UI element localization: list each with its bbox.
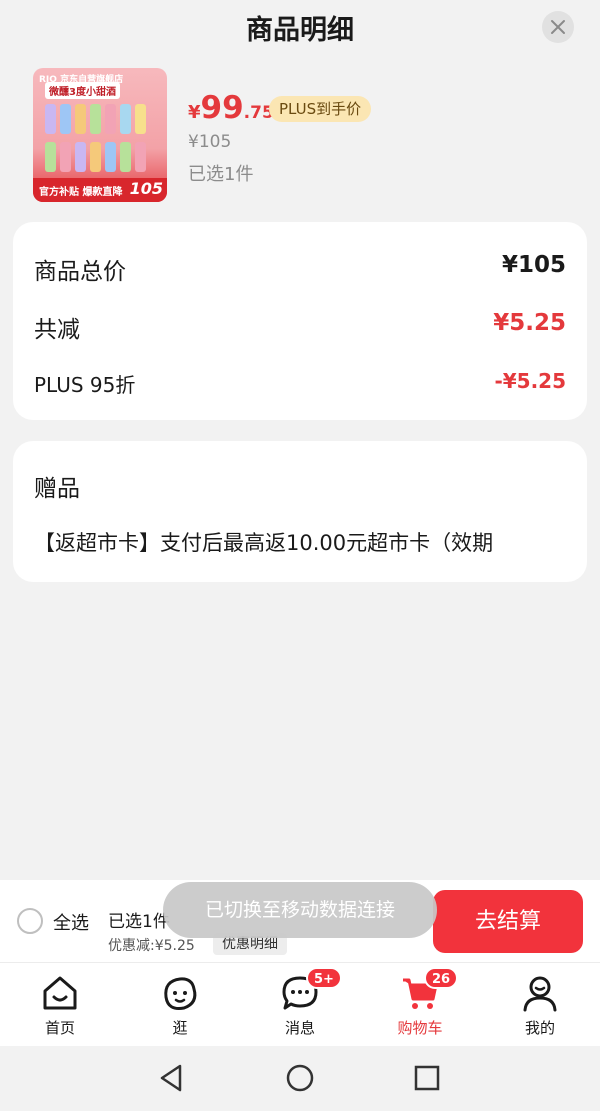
selected-count: 已选1件 xyxy=(188,164,254,185)
thumbnail-banner-text: 官方补贴 爆款直降 xyxy=(39,187,123,198)
messages-badge: 5+ xyxy=(306,967,342,989)
back-icon[interactable] xyxy=(156,1062,188,1094)
plus-discount-row: PLUS 95折 -¥5.25 xyxy=(34,369,566,397)
gift-card: 赠品 【返超市卡】支付后最高返10.00元超市卡（效期 xyxy=(13,441,587,582)
product-cans-illustration xyxy=(43,102,157,176)
select-all-label[interactable]: 全选 xyxy=(53,909,89,935)
total-discount-label: 共减 xyxy=(34,317,80,343)
gift-title: 赠品 xyxy=(34,476,80,502)
total-discount-value: ¥5.25 xyxy=(493,310,566,336)
total-price-label: 商品总价 xyxy=(34,259,126,285)
price-currency: ¥ xyxy=(188,102,201,123)
home-icon xyxy=(43,976,77,1010)
system-navigation-bar xyxy=(0,1046,600,1111)
profile-icon xyxy=(523,976,557,1012)
price-summary-card: 商品总价 ¥105 共减 ¥5.25 PLUS 95折 -¥5.25 xyxy=(13,222,587,420)
select-all-checkbox[interactable] xyxy=(17,908,43,934)
header: 商品明细 xyxy=(0,0,600,56)
thumbnail-banner-price: 105 xyxy=(129,179,163,198)
bottom-tab-bar: 首页 逛 5+ 消息 26 购物车 我的 xyxy=(0,962,600,1046)
tab-cart[interactable]: 26 购物车 xyxy=(360,963,480,1047)
tab-messages-label: 消息 xyxy=(284,1019,315,1037)
close-icon xyxy=(551,20,565,34)
product-thumbnail[interactable]: RIO 京东自营旗舰店 微醺3度小甜酒 官方补贴 爆款直降 105 xyxy=(33,68,167,202)
home-circle-icon[interactable] xyxy=(284,1062,316,1094)
cart-badge: 26 xyxy=(424,967,459,989)
plus-discount-label: PLUS 95折 xyxy=(34,373,136,397)
thumbnail-headline: 微醺3度小甜酒 xyxy=(45,82,120,99)
browse-face-icon xyxy=(164,977,197,1010)
tab-messages[interactable]: 5+ 消息 xyxy=(240,963,360,1047)
page-title: 商品明细 xyxy=(246,15,354,46)
tab-profile[interactable]: 我的 xyxy=(480,963,600,1047)
total-discount-row: 共减 ¥5.25 xyxy=(34,310,566,343)
network-toast: 已切换至移动数据连接 xyxy=(163,882,437,938)
original-price: ¥105 xyxy=(188,132,232,152)
tab-browse[interactable]: 逛 xyxy=(120,963,240,1047)
tab-cart-label: 购物车 xyxy=(397,1019,443,1037)
selected-items-text: 已选1件 xyxy=(108,912,170,932)
plus-discount-value: -¥5.25 xyxy=(494,369,566,393)
product-summary: RIO 京东自营旗舰店 微醺3度小甜酒 官方补贴 爆款直降 105 ¥99.75… xyxy=(0,56,600,216)
total-price-value: ¥105 xyxy=(501,252,566,278)
discount-total-text: 优惠减:¥5.25 xyxy=(108,938,195,954)
close-button[interactable] xyxy=(542,11,574,43)
price-integer: 99 xyxy=(200,90,244,126)
checkout-button[interactable]: 去结算 xyxy=(433,890,583,953)
tab-profile-label: 我的 xyxy=(524,1019,555,1037)
tab-home-label: 首页 xyxy=(44,1019,75,1037)
plus-price: ¥99.75 xyxy=(188,90,274,130)
plus-price-badge: PLUS到手价 xyxy=(269,96,372,122)
gift-item[interactable]: 【返超市卡】支付后最高返10.00元超市卡（效期 xyxy=(34,527,544,557)
tab-browse-label: 逛 xyxy=(172,1019,188,1037)
tab-home[interactable]: 首页 xyxy=(0,963,120,1047)
total-price-row: 商品总价 ¥105 xyxy=(34,252,566,285)
recents-icon[interactable] xyxy=(411,1062,443,1094)
thumbnail-banner: 官方补贴 爆款直降 105 xyxy=(33,178,167,202)
